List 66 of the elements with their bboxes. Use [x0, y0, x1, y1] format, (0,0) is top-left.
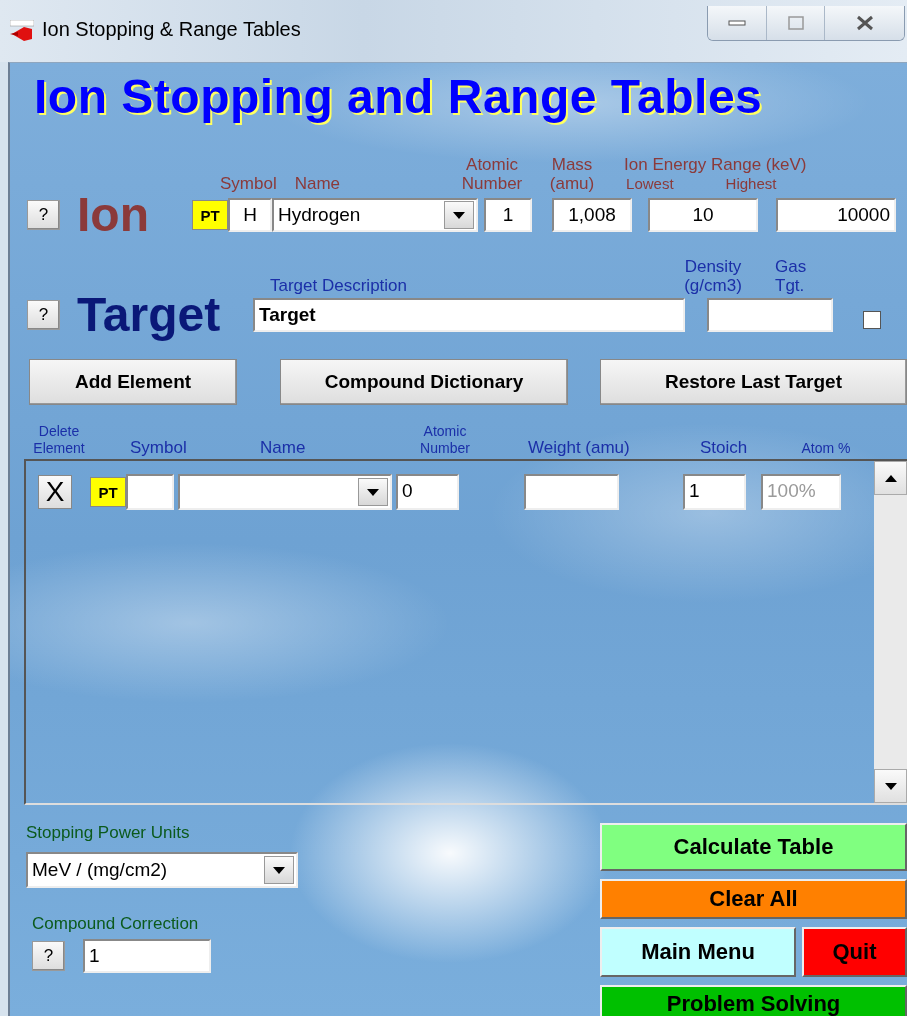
symbol-field[interactable] — [126, 474, 174, 510]
gas-target-label: Gas Tgt. — [775, 257, 808, 295]
highest-energy-field[interactable]: 10000 — [776, 198, 896, 232]
scroll-up-icon — [884, 474, 897, 482]
column-header: Symbol — [130, 438, 188, 457]
atomic-number-label: Atomic Number — [460, 155, 524, 193]
density-label: Density (g/cm3) — [683, 257, 743, 295]
periodic-table-button[interactable]: PT — [192, 200, 228, 230]
compound-correction-field[interactable]: 1 — [83, 939, 211, 973]
close-icon — [855, 15, 874, 31]
compound-correction-label: Compound Correction — [32, 914, 200, 933]
main-menu-button[interactable]: Main Menu — [600, 927, 796, 977]
column-header: Atomic Number — [419, 423, 471, 457]
column-header: Name — [260, 438, 307, 457]
window-title: Ion Stopping & Range Tables — [42, 17, 301, 41]
calculate-button[interactable]: Calculate Table — [600, 823, 907, 871]
minimize-icon — [728, 19, 746, 27]
highest-label: Highest — [725, 174, 777, 193]
lowest-label: Lowest — [626, 174, 674, 193]
help-button[interactable]: ? — [32, 941, 65, 971]
app-icon — [10, 20, 34, 42]
stopping-power-units-label: Stopping Power Units — [26, 823, 191, 842]
periodic-table-button[interactable]: PT — [90, 477, 126, 507]
dropdown-arrow-icon — [273, 866, 285, 874]
target-description-label: Target Description — [270, 276, 407, 295]
maximize-button[interactable] — [766, 6, 824, 40]
scrollbar[interactable] — [874, 461, 907, 803]
density-field[interactable] — [707, 298, 833, 332]
stoich-field[interactable]: 1 — [683, 474, 746, 510]
close-button[interactable] — [824, 6, 904, 40]
problem-solving-button[interactable]: Problem Solving — [600, 985, 907, 1016]
target-label: Target — [77, 291, 222, 339]
action-button[interactable]: Add Element — [29, 359, 237, 405]
target-description-field[interactable]: Target — [253, 298, 685, 332]
maximize-icon — [787, 16, 804, 30]
minimize-button[interactable] — [708, 6, 766, 40]
app-heading: Ion Stopping and Range Tables — [34, 69, 764, 125]
action-button[interactable]: Compound Dictionary — [280, 359, 568, 405]
atomic-number-field[interactable]: 1 — [484, 198, 532, 232]
units-dropdown[interactable]: MeV / (mg/cm2) — [26, 852, 298, 888]
delete-button[interactable]: X — [38, 475, 72, 509]
element-dropdown[interactable] — [178, 474, 392, 510]
ion-label: Ion — [77, 191, 150, 239]
column-header: Delete Element — [32, 423, 86, 457]
element-dropdown[interactable]: Hydrogen — [272, 198, 478, 232]
scroll-down-icon — [884, 782, 897, 790]
mass-field[interactable]: 1,008 — [552, 198, 632, 232]
column-header: Stoich — [700, 438, 749, 457]
dropdown-arrow-icon — [367, 488, 379, 496]
help-button[interactable]: ? — [27, 300, 60, 330]
mass-label: Mass (amu) — [548, 155, 596, 193]
column-header: Weight (amu) — [528, 438, 631, 457]
action-button[interactable]: Restore Last Target — [600, 359, 907, 405]
column-header: Atom % — [800, 440, 852, 457]
dropdown-arrow-icon — [453, 211, 465, 219]
symbol-label: Symbol — [220, 174, 277, 193]
clear-button[interactable]: Clear All — [600, 879, 907, 919]
name-label: Name — [294, 174, 341, 193]
atomic-number-field[interactable]: 0 — [396, 474, 459, 510]
energy-range-label: Ion Energy Range (keV) — [624, 155, 807, 174]
help-button[interactable]: ? — [27, 200, 60, 230]
gas-target-checkbox[interactable] — [863, 311, 881, 329]
symbol-field[interactable]: H — [228, 198, 272, 232]
weight-field[interactable] — [524, 474, 619, 510]
lowest-energy-field[interactable]: 10 — [648, 198, 758, 232]
quit-button[interactable]: Quit — [802, 927, 907, 977]
